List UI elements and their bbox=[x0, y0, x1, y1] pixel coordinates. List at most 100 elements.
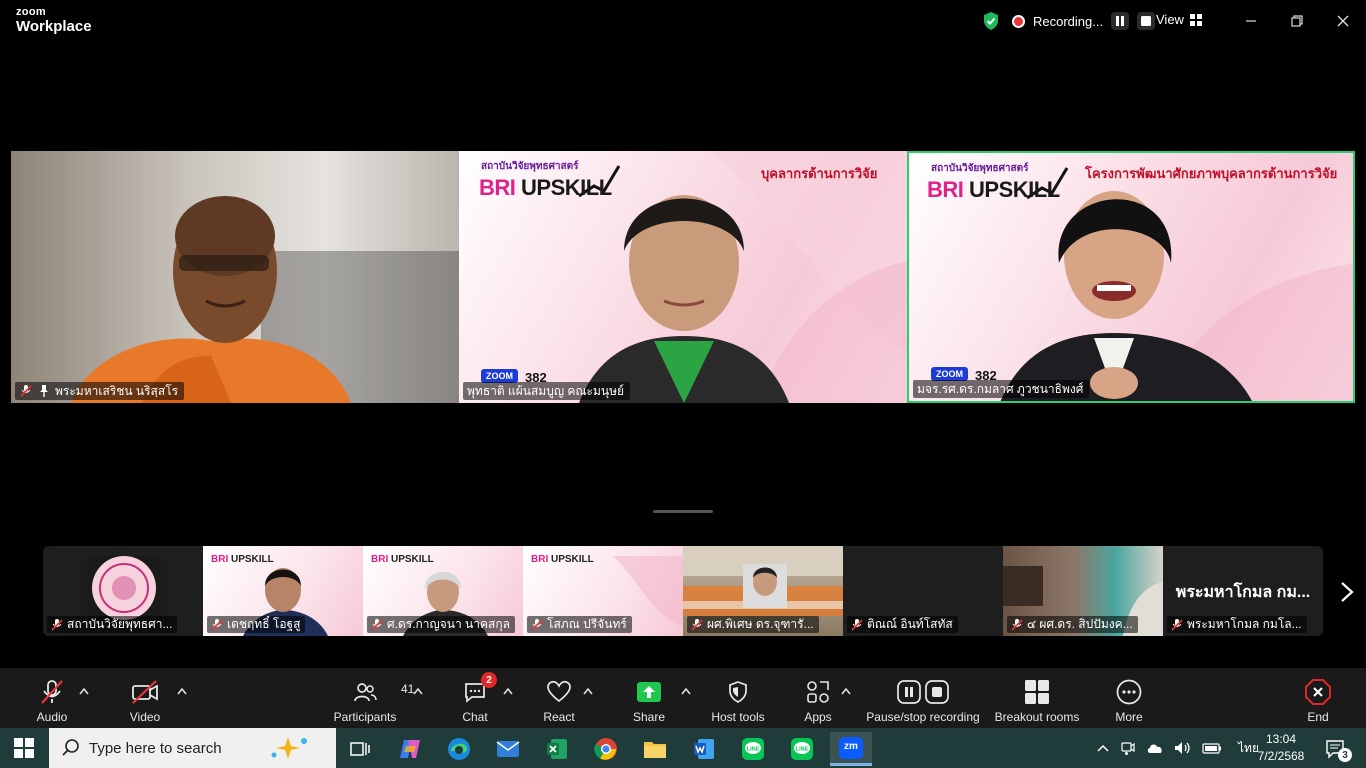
onedrive-cloud-icon[interactable] bbox=[1146, 742, 1164, 754]
apps-options-caret[interactable] bbox=[841, 684, 851, 698]
breakout-rooms-button[interactable]: Breakout rooms bbox=[992, 668, 1082, 728]
participant-thumbnail[interactable]: พระมหาโกมล กม... พระมหาโกมล กมโล... bbox=[1163, 546, 1323, 636]
breakout-rooms-icon bbox=[1025, 680, 1049, 704]
stop-icon bbox=[925, 680, 949, 704]
clock-time: 13:04 bbox=[1265, 732, 1297, 746]
slide-title: บุคลากรด้านการวิจัย bbox=[761, 166, 878, 181]
video-tile-active-speaker[interactable]: สถาบันวิจัยพุทธศาสตร์ BRI UPSKILL โครงกา… bbox=[907, 151, 1355, 403]
participant-name: สถาบันวิจัยพุทธศา... bbox=[67, 617, 173, 631]
participant-thumbnail[interactable]: ๔ ผศ.ดร. สิปปัมงค... bbox=[1003, 546, 1163, 636]
video-tile[interactable]: สถาบันวิจัยพุทธศาสตร์ BRI UPSKILL บุคลาก… bbox=[459, 151, 907, 403]
svg-text:BRI: BRI bbox=[531, 554, 548, 565]
taskbar-zoom[interactable]: zm bbox=[830, 732, 872, 766]
minimize-icon bbox=[1246, 20, 1256, 22]
thumbnail-name-label: ๔ ผศ.ดร. สิปปัมงค... bbox=[1007, 616, 1138, 633]
svg-text:LINE: LINE bbox=[747, 747, 760, 753]
participant-thumbnail[interactable]: BRI UPSKILL เดชฤทธิ์ โอฐสู bbox=[203, 546, 363, 636]
participant-name: โสภณ ปรีจันทร์ bbox=[547, 617, 627, 631]
host-tools-button[interactable]: Host tools bbox=[708, 668, 768, 728]
mic-muted-icon bbox=[41, 680, 63, 704]
taskbar-chrome[interactable] bbox=[585, 732, 627, 766]
audio-options-caret[interactable] bbox=[79, 684, 89, 698]
encryption-shield-icon[interactable] bbox=[982, 11, 1000, 31]
restore-icon bbox=[1291, 15, 1303, 27]
participant-name: พระมหาเสริชน นริสฺสโร bbox=[55, 383, 179, 398]
video-options-caret[interactable] bbox=[177, 684, 187, 698]
participant-strip: สถาบันวิจัยพุทธศา... BRI UPSKILL เดชฤทธิ… bbox=[43, 546, 1323, 636]
battery-icon[interactable] bbox=[1202, 742, 1222, 754]
participants-options-caret[interactable] bbox=[413, 684, 423, 698]
windows-start-icon[interactable] bbox=[14, 738, 34, 758]
taskbar-mail[interactable] bbox=[487, 732, 529, 766]
meet-now-icon[interactable] bbox=[1120, 740, 1136, 756]
taskbar-word[interactable] bbox=[683, 732, 725, 766]
participant-name: เดชฤทธิ์ โอฐสู bbox=[227, 617, 301, 631]
title-bar: zoom Workplace Recording... View bbox=[0, 0, 1366, 44]
grid-view-icon bbox=[1189, 13, 1202, 26]
taskbar-clock[interactable]: 13:04 7/2/2568 bbox=[1254, 731, 1308, 765]
participant-thumbnail[interactable]: สถาบันวิจัยพุทธศา... bbox=[43, 546, 203, 636]
taskbar-copilot[interactable] bbox=[389, 732, 431, 766]
resize-handle[interactable] bbox=[653, 510, 713, 513]
pause-stop-recording-button[interactable]: Pause/stop recording bbox=[864, 668, 982, 728]
participant-thumbnail[interactable]: ติณณ์ อินท์โสทัส bbox=[843, 546, 1003, 636]
participant-name: ศ.ดร.กาญจนา นาคสกุล bbox=[387, 617, 510, 631]
view-button[interactable]: View bbox=[1156, 12, 1202, 27]
svg-text:UPSKILL: UPSKILL bbox=[551, 554, 594, 565]
mic-muted-icon bbox=[20, 385, 32, 397]
svg-text:UPSKILL: UPSKILL bbox=[391, 554, 434, 565]
participants-label: Participants bbox=[333, 710, 397, 724]
participant-avatar-name: พระมหาโกมล กม... bbox=[1175, 584, 1311, 601]
more-button[interactable]: More bbox=[1110, 668, 1148, 728]
next-page-button[interactable] bbox=[1336, 578, 1358, 606]
stop-recording-button[interactable] bbox=[1137, 12, 1156, 30]
taskbar-excel[interactable] bbox=[536, 732, 578, 766]
share-options-caret[interactable] bbox=[681, 684, 691, 698]
heart-icon bbox=[547, 680, 571, 703]
show-hidden-icons[interactable] bbox=[1096, 743, 1110, 753]
video-tile[interactable]: พระมหาเสริชน นริสฺสโร bbox=[11, 151, 459, 403]
taskbar-line-2[interactable]: LINE bbox=[781, 732, 823, 766]
participant-name: พุทธาติ แผ้นสมบูญ คณะมนุษย์ bbox=[467, 383, 625, 398]
participants-button[interactable]: 41 Participants bbox=[332, 668, 415, 728]
participant-thumbnail[interactable]: BRI UPSKILL ศ.ดร.กาญจนา นาคสกุล bbox=[363, 546, 523, 636]
participant-thumbnail[interactable]: BRI UPSKILL โสภณ ปรีจันทร์ bbox=[523, 546, 683, 636]
chevron-up-icon bbox=[841, 687, 851, 695]
taskbar-edge[interactable] bbox=[438, 732, 480, 766]
chat-options-caret[interactable] bbox=[503, 684, 513, 698]
share-label: Share bbox=[632, 710, 666, 724]
react-button[interactable]: React bbox=[540, 668, 578, 728]
share-button[interactable]: Share bbox=[630, 668, 668, 728]
apps-button[interactable]: Apps bbox=[798, 668, 838, 728]
taskbar-search-box[interactable]: Type here to search bbox=[49, 728, 336, 768]
breakout-label: Breakout rooms bbox=[994, 710, 1080, 724]
react-options-caret[interactable] bbox=[583, 684, 593, 698]
end-meeting-button[interactable]: End bbox=[1300, 668, 1336, 728]
taskbar-file-explorer[interactable] bbox=[634, 732, 676, 766]
minimize-button[interactable] bbox=[1239, 10, 1263, 32]
pause-recording-button[interactable] bbox=[1111, 12, 1130, 30]
chat-button[interactable]: 2 Chat bbox=[458, 668, 497, 728]
audio-button[interactable]: Audio bbox=[30, 668, 74, 728]
line-app-icon: LINE bbox=[791, 738, 813, 760]
slide-title: โครงการพัฒนาศักยภาพบุคลากรด้านการวิจัย bbox=[1085, 166, 1338, 181]
mic-muted-icon bbox=[851, 618, 863, 631]
restore-button[interactable] bbox=[1285, 10, 1309, 32]
task-view-button[interactable] bbox=[339, 732, 381, 766]
chat-label: Chat bbox=[462, 710, 488, 724]
close-button[interactable] bbox=[1331, 10, 1355, 32]
participant-thumbnail[interactable]: ผศ.พิเศษ ดร.จุฑารั... bbox=[683, 546, 843, 636]
chevron-up-icon bbox=[583, 687, 593, 695]
video-button[interactable]: Video bbox=[124, 668, 166, 728]
tile-name-label: พุทธาติ แผ้นสมบูญ คณะมนุษย์ bbox=[463, 382, 631, 400]
notification-center-button[interactable]: 3 bbox=[1316, 732, 1356, 766]
volume-icon[interactable] bbox=[1174, 741, 1192, 755]
video-label: Video bbox=[129, 710, 161, 724]
taskbar-line-1[interactable]: LINE bbox=[732, 732, 774, 766]
participant-name: ๔ ผศ.ดร. สิปปัมงค... bbox=[1027, 617, 1133, 631]
folder-icon bbox=[644, 742, 666, 758]
pause-stop-label: Pause/stop recording bbox=[866, 710, 980, 724]
participant-name: ติณณ์ อินท์โสทัส bbox=[867, 617, 953, 631]
thumbnail-name-label: สถาบันวิจัยพุทธศา... bbox=[47, 616, 178, 633]
participants-icon bbox=[354, 683, 377, 702]
